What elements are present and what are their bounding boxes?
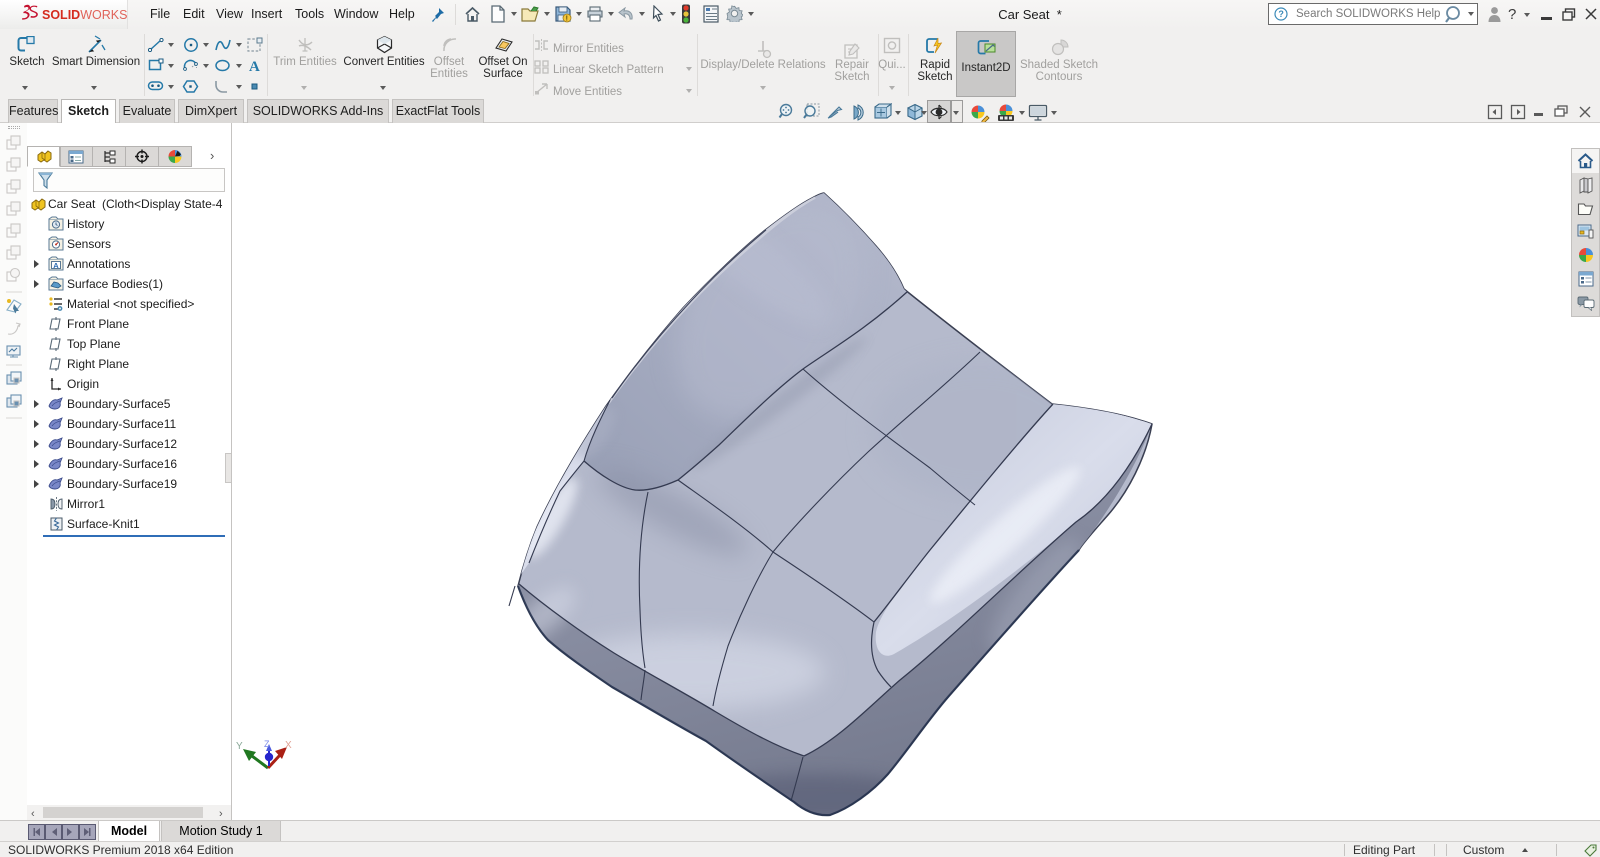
svg-text:Y: Y (236, 741, 243, 752)
svg-text:!: ! (566, 16, 568, 23)
svg-text:?: ? (1278, 9, 1284, 19)
svg-text:A: A (53, 261, 59, 270)
svg-text:A: A (249, 59, 260, 74)
svg-text:SOLIDWORKS: SOLIDWORKS (42, 8, 127, 22)
svg-text:X: X (285, 740, 292, 751)
svg-text:Z: Z (264, 739, 270, 749)
